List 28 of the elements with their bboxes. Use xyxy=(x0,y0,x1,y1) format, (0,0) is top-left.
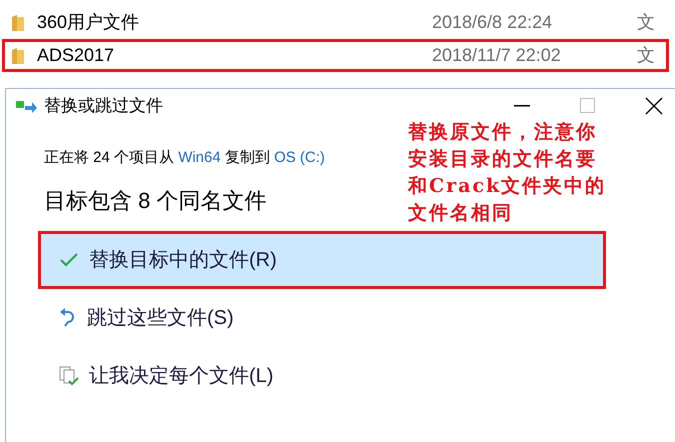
minimize-icon xyxy=(514,105,530,107)
file-date: 2018/11/7 22:02 xyxy=(432,44,562,67)
conflict-heading: 目标包含 8 个同名文件 xyxy=(44,186,266,214)
checkmark-icon xyxy=(59,252,79,268)
annotation-text: 和Crack文件夹中的 xyxy=(408,174,606,199)
maximize-icon xyxy=(580,98,596,114)
undo-arrow-icon xyxy=(59,308,77,328)
dialog-option[interactable]: 替换目标中的文件(R) xyxy=(38,230,606,288)
window-title: 替换或跳过文件 xyxy=(44,95,163,118)
file-name: 360用户文件 xyxy=(37,11,140,34)
location-link[interactable]: Win64 xyxy=(178,149,221,166)
copy-icon xyxy=(16,99,38,113)
annotation-text: 文件名相同 xyxy=(408,201,514,226)
documents-check-icon xyxy=(59,366,79,386)
close-icon xyxy=(645,97,663,115)
location-link[interactable]: OS (C:) xyxy=(274,149,325,166)
dialog-option[interactable]: 让我决定每个文件(L) xyxy=(38,346,606,404)
folder-icon xyxy=(11,14,25,32)
copy-status-text: 正在将 24 个项目从 Win64 复制到 OS (C:) xyxy=(44,148,325,168)
highlighted-file-row[interactable]: ADS2017 2018/11/7 22:02 文 xyxy=(2,39,669,72)
annotation-text: 安装目录的文件名要 xyxy=(408,147,598,172)
file-type: 文 xyxy=(637,11,655,34)
file-date: 2018/6/8 22:24 xyxy=(432,11,554,34)
annotation-text: 替换原文件，注意你 xyxy=(408,120,598,145)
file-type: 文 xyxy=(637,44,655,67)
folder-icon xyxy=(11,46,25,64)
file-name: ADS2017 xyxy=(37,44,116,67)
dialog-option[interactable]: 跳过这些文件(S) xyxy=(38,288,606,346)
